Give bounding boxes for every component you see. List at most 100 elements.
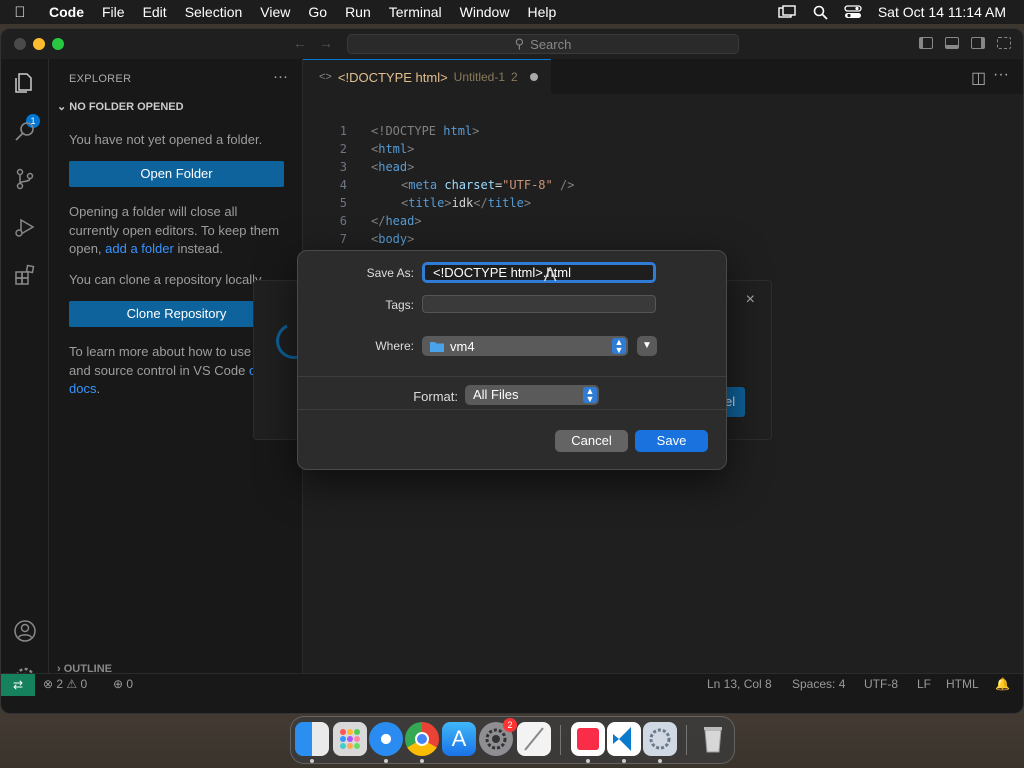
menu-view[interactable]: View xyxy=(251,4,299,20)
warning-count: 0 xyxy=(80,677,88,691)
indentation[interactable]: Spaces: 4 xyxy=(792,677,845,691)
tab-problem-count: 2 xyxy=(511,70,518,84)
code-token: /> xyxy=(552,178,575,192)
end-of-line[interactable]: LF xyxy=(917,677,931,691)
save-as-input[interactable]: <!DOCTYPE html>.html xyxy=(422,262,656,283)
ports-indicator[interactable]: ⊕ 0 xyxy=(113,677,133,691)
dock: A 2 xyxy=(290,716,735,764)
cursor-position[interactable]: Ln 13, Col 8 xyxy=(707,677,772,691)
control-center-icon[interactable] xyxy=(837,5,870,19)
launchpad-icon[interactable] xyxy=(333,722,367,756)
command-center-search[interactable]: ⚲ Search xyxy=(347,34,739,54)
code-text: <meta charset="UTF-8" /> xyxy=(401,178,574,192)
code-token: body xyxy=(378,232,408,246)
finder-icon[interactable] xyxy=(295,722,329,756)
menu-bar-clock[interactable]: Sat Oct 14 11:14 AM xyxy=(870,4,1024,20)
vscode-icon[interactable] xyxy=(607,722,641,756)
source-control-icon[interactable] xyxy=(13,167,37,191)
menu-run[interactable]: Run xyxy=(336,4,380,20)
menu-go[interactable]: Go xyxy=(299,4,336,20)
menu-selection[interactable]: Selection xyxy=(176,4,252,20)
code-token: > xyxy=(407,142,415,156)
clone-repository-button[interactable]: Clone Repository xyxy=(69,301,284,327)
problems-indicator[interactable]: ⊗ 2 ⚠ 0 xyxy=(43,677,87,691)
where-location-select[interactable]: vm4 ▲ ▼ xyxy=(422,336,628,356)
toggle-panel-icon[interactable] xyxy=(945,37,959,49)
screen-mirroring-icon[interactable] xyxy=(771,5,804,19)
app-store-icon[interactable]: A xyxy=(442,722,476,756)
system-settings-icon[interactable]: 2 xyxy=(479,718,517,756)
tab-untitled-label: Untitled-1 xyxy=(453,70,506,84)
split-editor-icon[interactable]: ◫ xyxy=(971,68,986,88)
news-icon[interactable] xyxy=(571,722,605,756)
menu-terminal[interactable]: Terminal xyxy=(380,4,451,20)
open-folder-button[interactable]: Open Folder xyxy=(69,161,284,187)
chrome-icon[interactable] xyxy=(405,722,439,756)
close-icon[interactable]: × xyxy=(746,291,755,309)
safari-icon[interactable] xyxy=(369,722,403,756)
folder-icon xyxy=(430,341,444,352)
code-text: <head> xyxy=(371,160,414,174)
textedit-icon[interactable] xyxy=(517,722,551,756)
chevron-updown-icon: ▲ ▼ xyxy=(612,338,626,355)
code-line[interactable]: 7 <body> xyxy=(303,232,415,250)
editor-more-actions-icon[interactable]: ··· xyxy=(993,66,1009,84)
toggle-secondary-sidebar-icon[interactable] xyxy=(971,37,985,49)
forward-arrow-icon[interactable]: → xyxy=(319,35,333,51)
no-folder-section-header[interactable]: ⌄ NO FOLDER OPENED xyxy=(57,100,184,113)
dock-separator xyxy=(686,725,687,755)
code-line[interactable]: 3 <head> xyxy=(303,160,415,178)
unsaved-dot-icon[interactable] xyxy=(529,73,538,81)
text-cursor-icon: ⋀ xyxy=(544,265,557,282)
notifications-bell-icon[interactable]: 🔔 xyxy=(995,677,1010,691)
code-token: charset xyxy=(444,178,495,192)
tags-input[interactable] xyxy=(422,295,656,313)
code-line[interactable]: 6 </head> xyxy=(303,214,422,232)
gear-settings-icon[interactable] xyxy=(643,722,677,756)
divider xyxy=(298,409,726,410)
code-line[interactable]: 5 <title>idk</title> xyxy=(303,196,531,214)
minimize-window-button[interactable] xyxy=(33,38,45,50)
code-token: head xyxy=(378,160,408,174)
customize-layout-icon[interactable] xyxy=(997,37,1011,49)
menu-file[interactable]: File xyxy=(93,4,134,20)
no-folder-section-label: NO FOLDER OPENED xyxy=(69,101,184,113)
language-mode[interactable]: HTML xyxy=(946,677,979,691)
menu-window[interactable]: Window xyxy=(451,4,519,20)
code-token: idk xyxy=(451,196,474,210)
back-arrow-icon[interactable]: ← xyxy=(293,35,307,51)
more-actions-icon[interactable]: ··· xyxy=(273,68,288,85)
toggle-primary-sidebar-icon[interactable] xyxy=(919,37,933,49)
save-button[interactable]: Save xyxy=(635,430,708,452)
close-window-button[interactable] xyxy=(14,38,26,50)
cancel-button[interactable]: Cancel xyxy=(555,430,628,452)
code-line[interactable]: 4 <meta charset="UTF-8" /> xyxy=(303,178,575,196)
running-indicator xyxy=(420,759,424,763)
search-icon[interactable] xyxy=(13,119,37,143)
expand-dialog-chevron-icon[interactable]: ▼ xyxy=(637,336,657,356)
menu-edit[interactable]: Edit xyxy=(134,4,176,20)
apple-menu-icon[interactable]:  xyxy=(0,4,40,21)
code-text: <html> xyxy=(371,142,414,156)
extensions-icon[interactable] xyxy=(13,263,37,287)
spotlight-search-icon[interactable] xyxy=(804,5,837,20)
run-debug-icon[interactable] xyxy=(13,215,37,239)
code-line[interactable]: 2 <html> xyxy=(303,142,415,160)
remote-indicator-icon[interactable]: ⇄ xyxy=(1,674,35,696)
trash-icon[interactable] xyxy=(696,722,730,756)
format-select[interactable]: All Files ▲ ▼ xyxy=(465,385,599,405)
ports-count: 0 xyxy=(126,677,134,691)
running-indicator xyxy=(586,759,590,763)
accounts-icon[interactable] xyxy=(13,619,37,643)
title-bar: ← → ⚲ Search xyxy=(1,29,1023,59)
encoding[interactable]: UTF-8 xyxy=(864,677,898,691)
editor-tab[interactable]: <> <!DOCTYPE html> Untitled-1 2 xyxy=(303,59,551,94)
zoom-window-button[interactable] xyxy=(52,38,64,50)
menu-app-name[interactable]: Code xyxy=(40,4,93,20)
menu-help[interactable]: Help xyxy=(518,4,565,20)
add-folder-link[interactable]: add a folder xyxy=(105,241,174,256)
code-line[interactable]: 1 <!DOCTYPE html> xyxy=(303,124,480,142)
menu-bar:  Code File Edit Selection View Go Run T… xyxy=(0,0,1024,24)
no-folder-message: You have not yet opened a folder. xyxy=(69,132,263,147)
explorer-icon[interactable] xyxy=(13,71,37,95)
